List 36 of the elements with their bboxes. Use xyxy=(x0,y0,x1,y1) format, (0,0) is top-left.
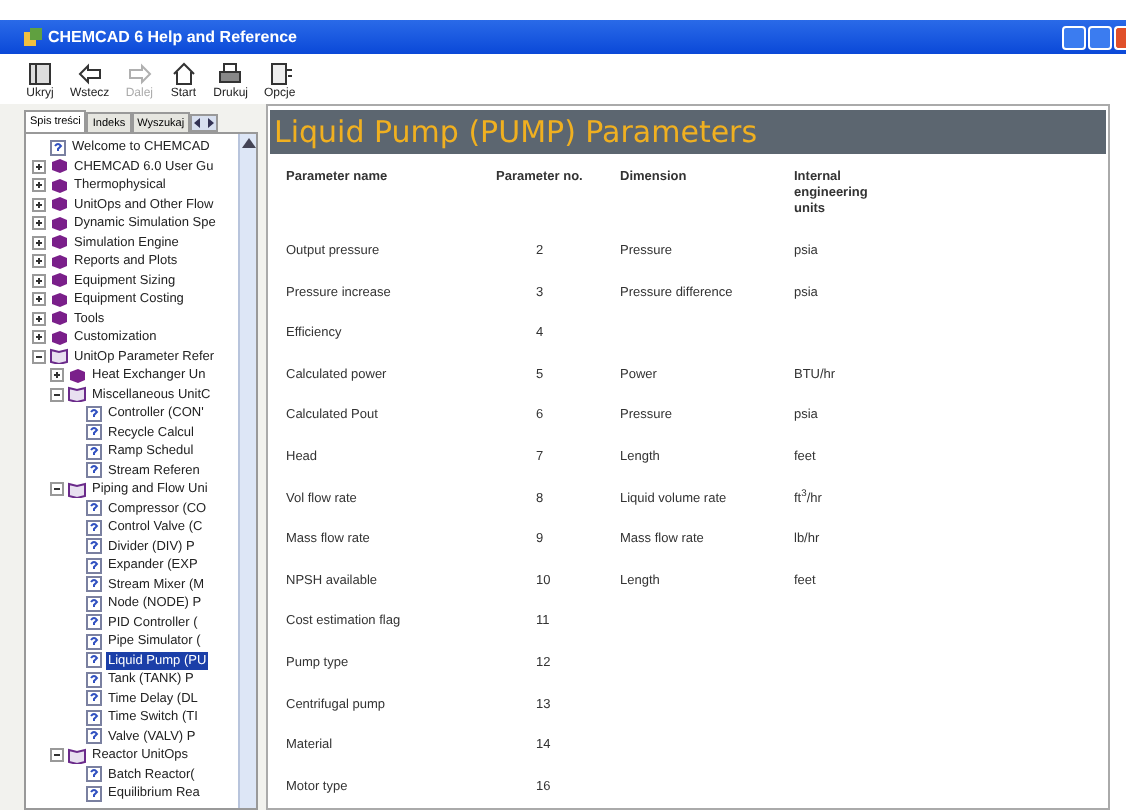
open-book-icon xyxy=(68,747,86,764)
back-arrow-icon xyxy=(75,60,104,88)
collapse-icon[interactable] xyxy=(50,482,64,497)
expand-icon[interactable] xyxy=(32,311,46,326)
expand-icon[interactable] xyxy=(32,197,46,212)
collapse-icon[interactable] xyxy=(50,748,64,763)
minimize-button[interactable] xyxy=(1062,25,1086,49)
options-icon xyxy=(265,60,294,88)
close-button[interactable] xyxy=(1114,25,1126,49)
help-page-icon xyxy=(50,139,66,156)
maximize-button[interactable] xyxy=(1088,25,1112,49)
window-title: CHEMCAD 6 Help and Reference xyxy=(48,25,297,49)
expand-icon[interactable] xyxy=(32,292,46,307)
left-right-arrows-icon xyxy=(194,118,215,128)
app-icon xyxy=(24,28,42,46)
expand-icon[interactable] xyxy=(32,178,46,193)
collapse-icon[interactable] xyxy=(50,387,64,402)
expand-icon[interactable] xyxy=(50,368,64,383)
forward-arrow-icon xyxy=(125,60,154,88)
printer-icon xyxy=(216,60,245,88)
panel-icon xyxy=(26,60,54,88)
open-book-icon xyxy=(68,386,86,403)
home-icon xyxy=(169,60,198,88)
expand-icon[interactable] xyxy=(32,235,46,250)
open-book-icon xyxy=(50,348,68,365)
scrollbar[interactable] xyxy=(238,134,256,808)
expand-icon[interactable] xyxy=(32,330,46,345)
page-title: Liquid Pump (PUMP) Parameters xyxy=(274,111,758,154)
collapse-icon[interactable] xyxy=(32,349,46,364)
expand-icon[interactable] xyxy=(32,254,46,269)
scroll-tabs-button[interactable] xyxy=(190,114,219,132)
expand-icon[interactable] xyxy=(32,216,46,231)
expand-icon[interactable] xyxy=(32,159,46,174)
expand-icon[interactable] xyxy=(32,273,46,288)
scroll-up-icon[interactable] xyxy=(241,138,255,148)
open-book-icon xyxy=(68,481,86,498)
